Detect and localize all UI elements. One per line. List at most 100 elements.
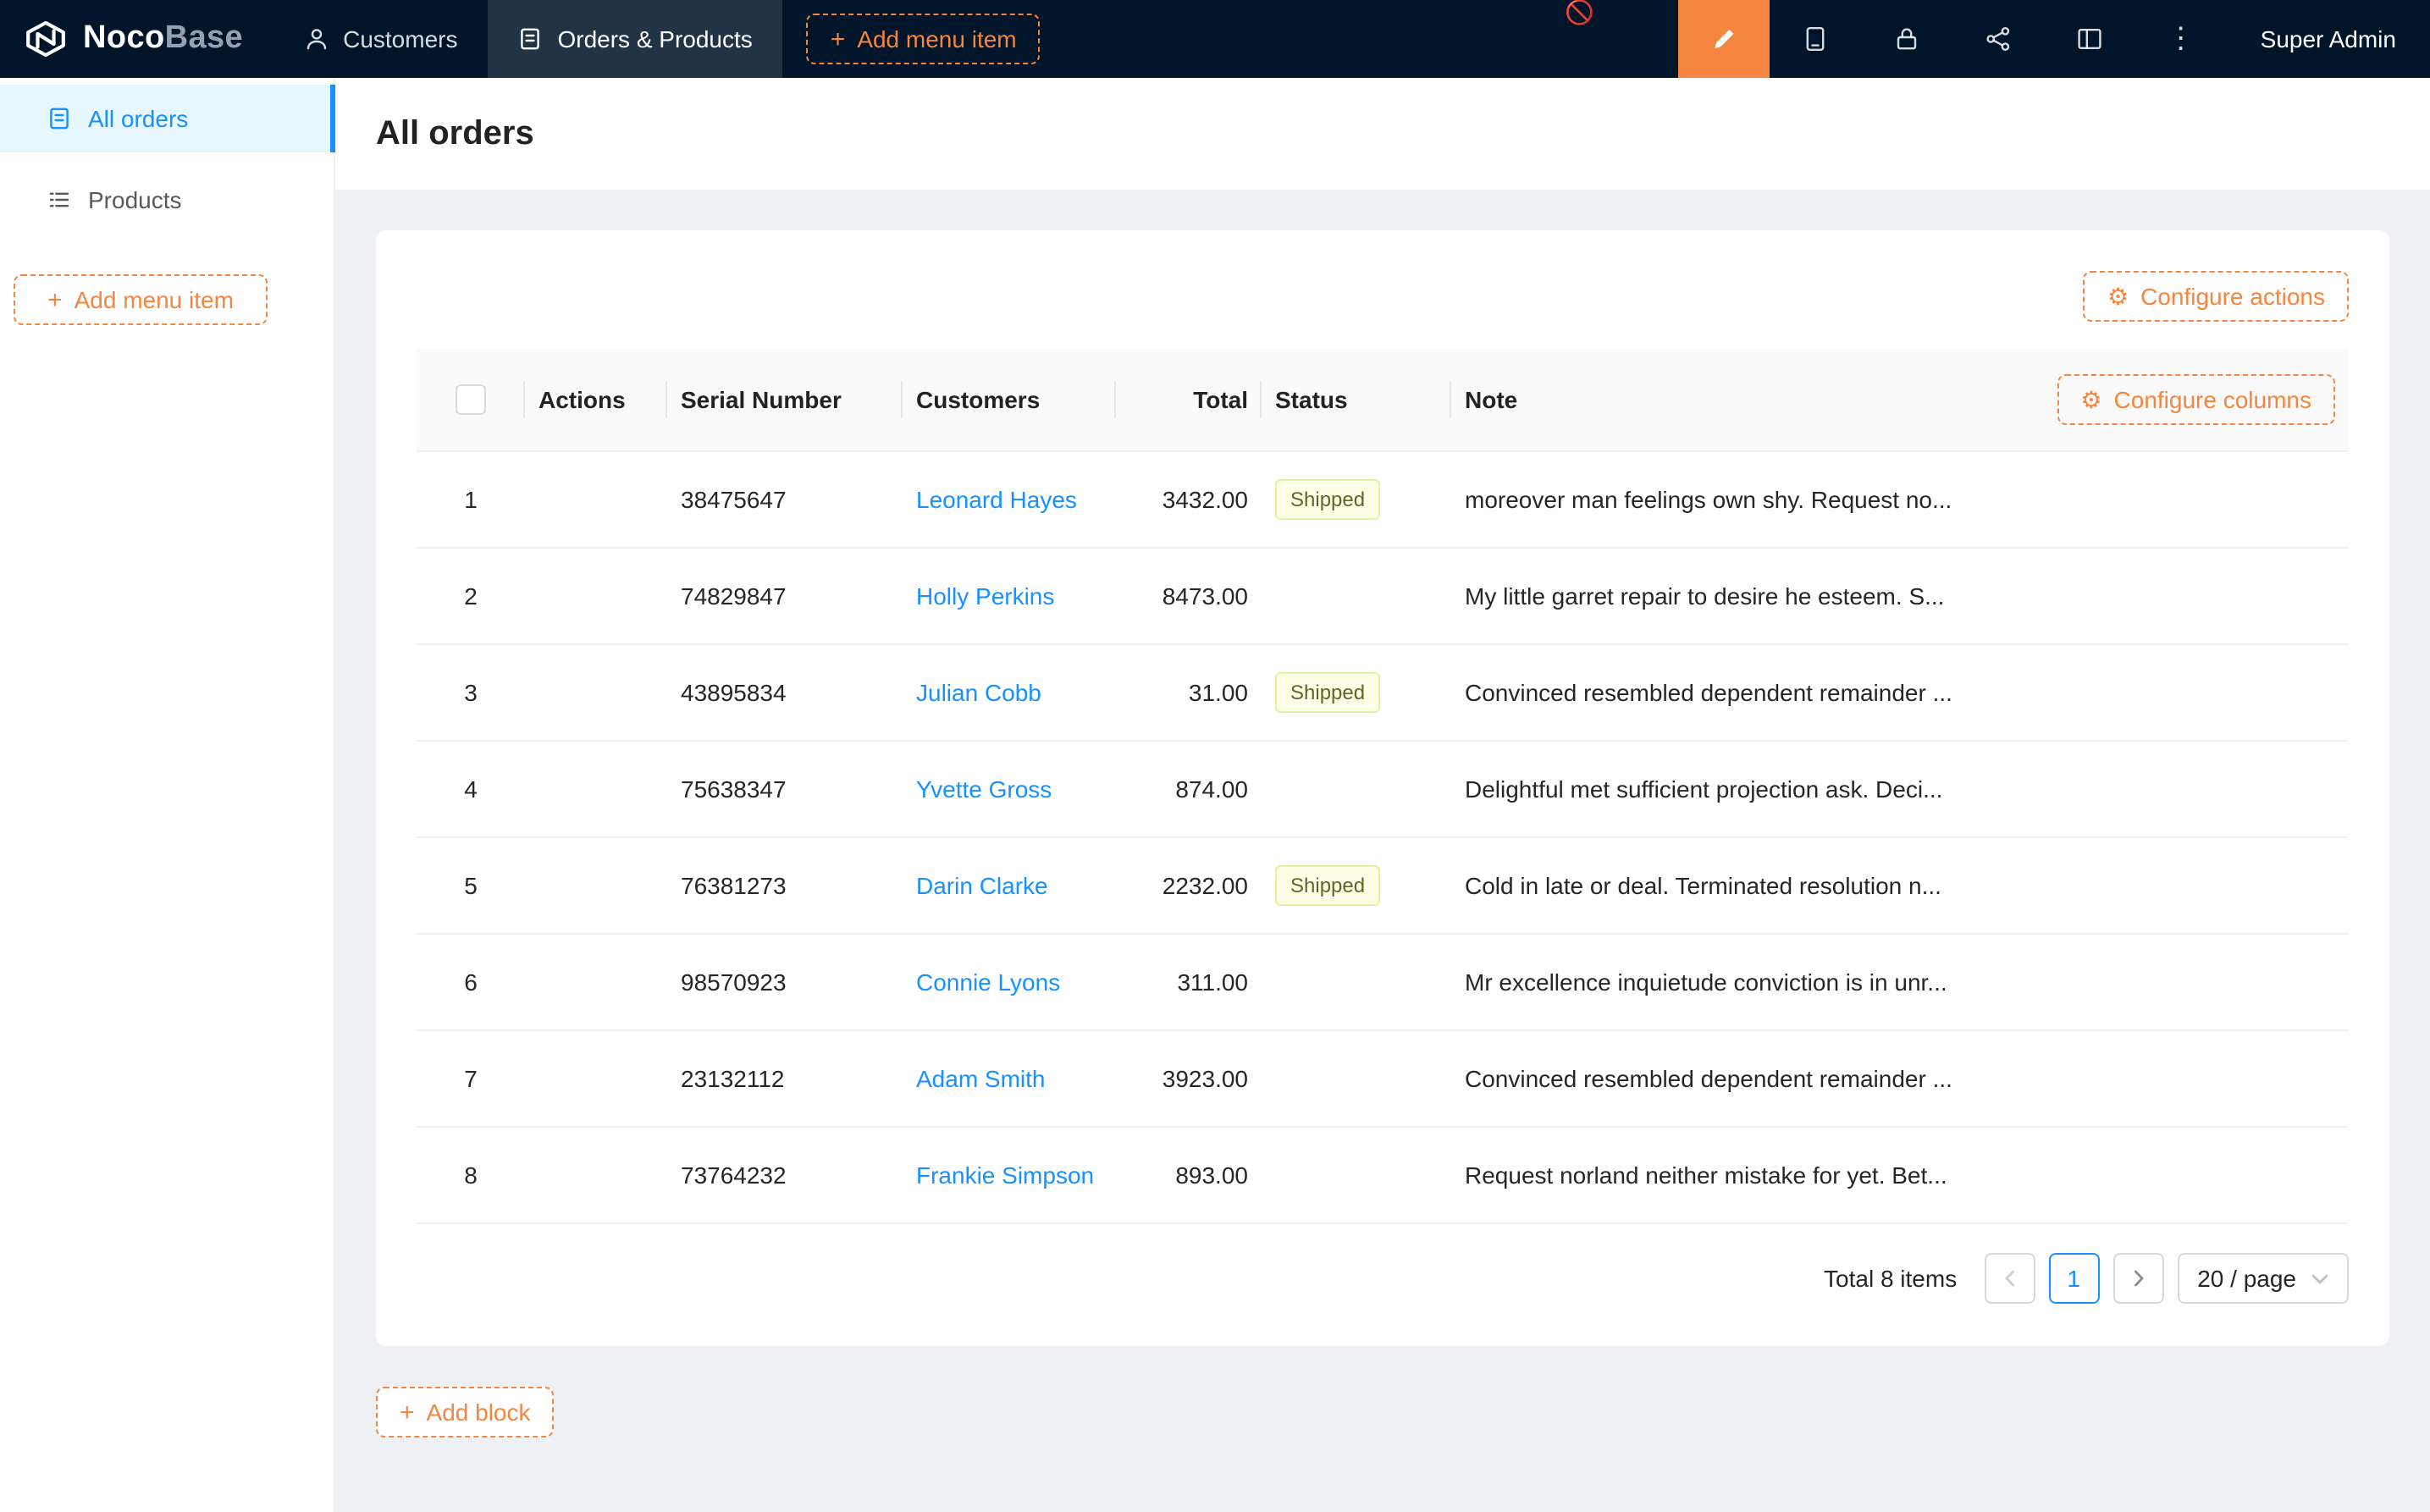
add-block-button[interactable]: + Add block [376, 1387, 555, 1438]
add-menu-item-label: Add menu item [75, 286, 234, 313]
row-index-cell: 1 [417, 486, 525, 513]
page-size-value: 20 / page [2197, 1265, 2296, 1292]
select-all-header-cell [417, 349, 525, 450]
nocobase-logo[interactable]: NocoBase [0, 0, 273, 78]
lock-icon[interactable] [1861, 0, 1952, 78]
serial-number-cell: 73764232 [667, 1162, 903, 1189]
serial-number-cell: 38475647 [667, 486, 903, 513]
pagination-total: Total 8 items [1824, 1265, 1957, 1292]
table-row: 1 38475647 Leonard Hayes 3432.00 Shipped… [417, 452, 2349, 549]
page-content: ⚙ Configure actions Actions Serial Numbe… [335, 190, 2430, 1512]
customer-link[interactable]: Leonard Hayes [916, 486, 1077, 513]
note-cell: Mr excellence inquietude conviction is i… [1451, 968, 2349, 996]
topnav-add-menu-item-button[interactable]: + Add menu item [807, 14, 1041, 64]
page-title: All orders [335, 78, 2430, 190]
sidebar: All orders Products + Add menu item [0, 78, 335, 1512]
serial-number-cell: 98570923 [667, 968, 903, 996]
note-cell: Convinced resembled dependent remainder … [1451, 1065, 2349, 1092]
user-menu[interactable]: Super Admin [2227, 0, 2430, 78]
status-tag: Shipped [1275, 865, 1380, 906]
orders-table: Actions Serial Number Customers Total St… [417, 349, 2349, 1224]
row-index-cell: 3 [417, 679, 525, 706]
status-tag: Shipped [1275, 479, 1380, 520]
header-customers: Customers [903, 349, 1116, 450]
header-serial-number: Serial Number [667, 349, 903, 450]
serial-number-cell: 23132112 [667, 1065, 903, 1092]
customer-cell: Darin Clarke [903, 872, 1116, 899]
pagination-page-1[interactable]: 1 [2048, 1253, 2099, 1304]
select-all-checkbox[interactable] [456, 384, 486, 415]
row-index-cell: 5 [417, 872, 525, 899]
customer-link[interactable]: Frankie Simpson [916, 1162, 1094, 1189]
pagination-next-button[interactable] [2112, 1253, 2163, 1304]
page-size-select[interactable]: 20 / page [2177, 1253, 2349, 1304]
header-total: Total [1116, 349, 1262, 450]
row-index-cell: 7 [417, 1065, 525, 1092]
table-header-row: Actions Serial Number Customers Total St… [417, 349, 2349, 452]
note-cell: Cold in late or deal. Terminated resolut… [1451, 872, 2349, 899]
status-cell: Shipped [1262, 479, 1451, 520]
orders-table-body: 1 38475647 Leonard Hayes 3432.00 Shipped… [417, 452, 2349, 1224]
header-status: Status [1262, 349, 1451, 450]
total-cell: 893.00 [1116, 1162, 1262, 1189]
note-cell: moreover man feelings own shy. Request n… [1451, 486, 2349, 513]
customer-link[interactable]: Darin Clarke [916, 872, 1048, 899]
api-share-icon[interactable] [1952, 0, 2044, 78]
customer-cell: Leonard Hayes [903, 486, 1116, 513]
customer-link[interactable]: Connie Lyons [916, 968, 1060, 996]
serial-number-cell: 76381273 [667, 872, 903, 899]
mobile-client-icon[interactable] [1770, 0, 1861, 78]
row-index-cell: 4 [417, 775, 525, 803]
table-row: 6 98570923 Connie Lyons 311.00 Mr excell… [417, 935, 2349, 1031]
sidebar-item-label: Products [88, 186, 182, 213]
nav-item-label: Orders & Products [557, 25, 752, 52]
nav-item-orders-products[interactable]: Orders & Products [488, 0, 782, 78]
customer-link[interactable]: Holly Perkins [916, 582, 1054, 610]
gear-icon: ⚙ [2107, 284, 2129, 308]
orders-form-icon [518, 27, 542, 51]
table-row: 5 76381273 Darin Clarke 2232.00 Shipped … [417, 838, 2349, 935]
customer-link[interactable]: Adam Smith [916, 1065, 1046, 1092]
more-menu-icon[interactable]: ⋮ [2135, 0, 2227, 78]
row-index-cell: 6 [417, 968, 525, 996]
note-cell: Convinced resembled dependent remainder … [1451, 679, 2349, 706]
customer-link[interactable]: Yvette Gross [916, 775, 1052, 803]
serial-number-cell: 43895834 [667, 679, 903, 706]
total-cell: 3432.00 [1116, 486, 1262, 513]
customer-cell: Holly Perkins [903, 582, 1116, 610]
row-index-cell: 2 [417, 582, 525, 610]
plus-icon: + [831, 26, 846, 52]
status-tag: Shipped [1275, 672, 1380, 713]
configure-actions-label: Configure actions [2140, 283, 2325, 310]
orders-table-block: ⚙ Configure actions Actions Serial Numbe… [376, 230, 2389, 1346]
customer-link[interactable]: Julian Cobb [916, 679, 1041, 706]
configure-columns-label: Configure columns [2114, 386, 2311, 413]
note-cell: Request norland neither mistake for yet.… [1451, 1162, 2349, 1189]
gear-icon: ⚙ [2080, 388, 2101, 411]
nav-item-customers[interactable]: Customers [273, 0, 488, 78]
table-row: 7 23132112 Adam Smith 3923.00 Convinced … [417, 1031, 2349, 1128]
table-row: 2 74829847 Holly Perkins 8473.00 My litt… [417, 549, 2349, 645]
row-index-cell: 8 [417, 1162, 525, 1189]
ui-editor-icon[interactable] [1678, 0, 1770, 78]
configure-actions-button[interactable]: ⚙ Configure actions [2084, 271, 2349, 322]
sidebar-item-products[interactable]: Products [0, 166, 334, 234]
status-cell: Shipped [1262, 672, 1451, 713]
pagination-prev-button[interactable] [1984, 1253, 2035, 1304]
layout-icon[interactable] [2044, 0, 2135, 78]
total-cell: 8473.00 [1116, 582, 1262, 610]
add-menu-item-label: Add menu item [857, 25, 1016, 52]
shell: All orders Products + Add menu item All … [0, 78, 2430, 1512]
configure-columns-button[interactable]: ⚙ Configure columns [2057, 374, 2335, 425]
plus-icon: + [47, 287, 63, 312]
top-navbar: NocoBase Customers Orders & Products + [0, 0, 2430, 78]
table-row: 3 43895834 Julian Cobb 31.00 Shipped Con… [417, 645, 2349, 742]
list-icon [47, 188, 71, 212]
total-cell: 3923.00 [1116, 1065, 1262, 1092]
sidebar-item-all-orders[interactable]: All orders [0, 85, 334, 152]
note-cell: Delightful met sufficient projection ask… [1451, 775, 2349, 803]
sidebar-add-menu-item-button[interactable]: + Add menu item [14, 274, 268, 325]
total-cell: 874.00 [1116, 775, 1262, 803]
blocked-status-icon: 🚫 [1565, 0, 1594, 25]
serial-number-cell: 74829847 [667, 582, 903, 610]
